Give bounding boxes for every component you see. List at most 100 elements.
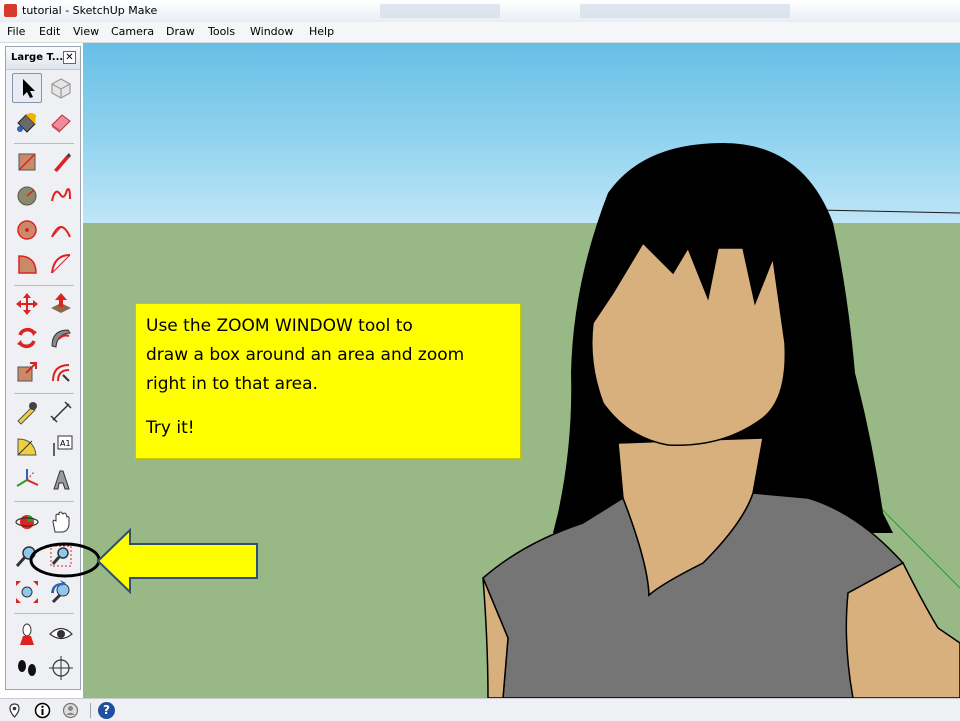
move-tool-button[interactable] [12, 289, 42, 319]
panel-title: Large T... [11, 52, 64, 63]
circle-tool-button[interactable] [12, 181, 42, 211]
close-icon[interactable]: ✕ [63, 51, 76, 64]
menu-edit[interactable]: Edit [39, 25, 60, 38]
menu-file[interactable]: File [7, 25, 25, 38]
follow-me-tool-button[interactable] [46, 323, 76, 353]
orbit-tool-button[interactable] [12, 507, 42, 537]
window-title: tutorial - SketchUp Make [22, 4, 158, 17]
push-pull-icon [51, 293, 71, 313]
toolbar-separator [14, 393, 74, 394]
paint-bucket-tool-button[interactable] [12, 107, 42, 137]
offset-tool-button[interactable] [46, 357, 76, 387]
circle-icon [17, 186, 37, 206]
scale-icon [17, 362, 37, 382]
arc-icon [51, 226, 71, 238]
look-around-tool-button[interactable] [46, 619, 76, 649]
scale-tool-button[interactable] [12, 357, 42, 387]
offset-icon [52, 364, 70, 382]
text-tool-button[interactable]: A1 [46, 431, 76, 461]
callout-line: draw a box around an area and zoom [146, 345, 465, 365]
credits-icon[interactable] [34, 702, 51, 719]
toolbar-separator [14, 285, 74, 286]
section-plane-tool-button[interactable] [46, 653, 76, 683]
zoom-extents-icon [16, 581, 38, 603]
menu-tools[interactable]: Tools [208, 25, 235, 38]
menu-camera[interactable]: Camera [111, 25, 154, 38]
make-component-icon [51, 78, 71, 99]
eraser-tool-button[interactable] [46, 107, 76, 137]
select-icon [23, 79, 35, 98]
text-icon: A1 [53, 435, 73, 456]
push-pull-tool-button[interactable] [46, 289, 76, 319]
title-bar: tutorial - SketchUp Make [0, 0, 960, 22]
tape-measure-icon [17, 402, 37, 425]
protractor-icon [17, 438, 37, 456]
previous-view-icon [51, 580, 70, 604]
dimensions-tool-button[interactable] [46, 397, 76, 427]
freehand-icon [51, 188, 71, 202]
callout-line: right in to that area. [146, 374, 318, 394]
3d-text-icon [53, 470, 70, 490]
line-tool-button[interactable] [46, 147, 76, 177]
paint-bucket-icon [17, 113, 36, 133]
two-point-arc-icon [51, 254, 71, 274]
freehand-tool-button[interactable] [46, 181, 76, 211]
rotate-icon [17, 328, 37, 348]
two-point-arc-tool-button[interactable] [46, 249, 76, 279]
pan-tool-button[interactable] [46, 507, 76, 537]
line-icon [54, 153, 71, 172]
menu-help[interactable]: Help [309, 25, 334, 38]
zoom-extents-tool-button[interactable] [12, 577, 42, 607]
menu-bar: File Edit View Camera Draw Tools Window … [0, 22, 960, 43]
status-bar: ? [0, 698, 960, 721]
eraser-icon [51, 114, 71, 133]
arc-tool-button[interactable] [46, 215, 76, 245]
pan-icon [52, 511, 70, 533]
axes-tool-button[interactable] [12, 465, 42, 495]
rotate-tool-button[interactable] [12, 323, 42, 353]
menu-draw[interactable]: Draw [166, 25, 195, 38]
polygon-icon [17, 220, 37, 240]
callout-line: Use the ZOOM WINDOW tool to [146, 316, 413, 336]
pointer-arrow [96, 528, 258, 594]
follow-me-icon [51, 329, 71, 348]
highlight-ellipse [29, 542, 101, 578]
blurred-title-region [580, 4, 790, 18]
svg-text:A1: A1 [60, 439, 71, 448]
tape-measure-tool-button[interactable] [12, 397, 42, 427]
walk-icon [18, 660, 36, 676]
section-plane-icon [49, 656, 73, 680]
pie-icon [18, 255, 37, 274]
rectangle-icon [18, 153, 36, 171]
axes-icon [16, 469, 39, 487]
make-component-tool-button[interactable] [46, 73, 76, 103]
pie-tool-button[interactable] [12, 249, 42, 279]
look-around-icon [49, 627, 73, 640]
protractor-tool-button[interactable] [12, 431, 42, 461]
rectangle-tool-button[interactable] [12, 147, 42, 177]
large-tool-set-panel: Large T... ✕ A1 [5, 46, 81, 690]
move-icon [16, 293, 38, 315]
toolbar-separator [14, 613, 74, 614]
panel-header: Large T... ✕ [6, 47, 80, 70]
blurred-title-region [380, 4, 500, 18]
polygon-tool-button[interactable] [12, 215, 42, 245]
help-icon[interactable]: ? [98, 702, 115, 719]
orbit-icon [15, 515, 39, 529]
menu-window[interactable]: Window [250, 25, 293, 38]
instruction-callout: Use the ZOOM WINDOW tool to draw a box a… [135, 303, 521, 459]
previous-view-tool-button[interactable] [46, 577, 76, 607]
dimensions-icon [50, 401, 72, 423]
position-camera-tool-button[interactable] [12, 619, 42, 649]
toolbar-separator [14, 143, 74, 144]
walk-tool-button[interactable] [12, 653, 42, 683]
toolbar-separator [14, 501, 74, 502]
menu-view[interactable]: View [73, 25, 99, 38]
geo-location-icon[interactable] [6, 702, 23, 719]
callout-line: Try it! [146, 418, 195, 438]
3d-text-tool-button[interactable] [46, 465, 76, 495]
status-separator [90, 703, 91, 718]
select-tool-button[interactable] [12, 73, 42, 103]
user-icon[interactable] [62, 702, 79, 719]
position-camera-icon [20, 623, 34, 645]
